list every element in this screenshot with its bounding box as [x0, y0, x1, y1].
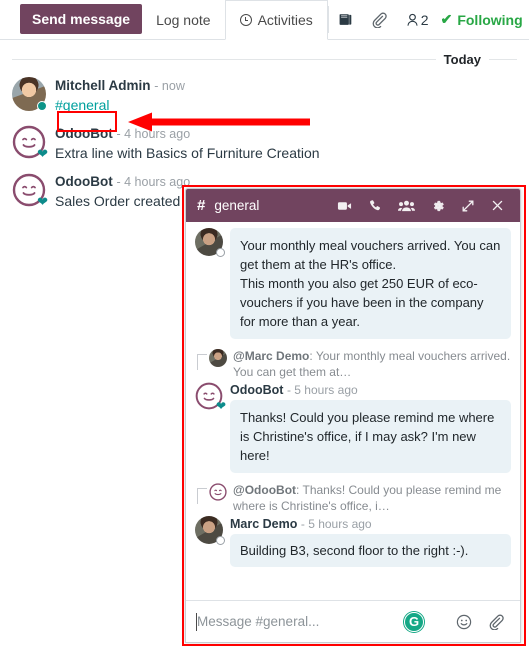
clock-icon: [239, 14, 252, 26]
grammarly-icon[interactable]: G: [404, 611, 424, 632]
day-separator-label: Today: [443, 52, 481, 67]
message-time: - now: [154, 79, 185, 93]
following-label: Following: [457, 11, 523, 28]
quote-avatar-odoobot: [209, 483, 227, 501]
chat-window-title: general: [214, 198, 260, 213]
offline-status-dot: [216, 536, 225, 545]
chat-message: ❤ OdooBot - 5 hours ago Thanks! Could yo…: [195, 382, 511, 479]
chatter-action-icons: 2 ✔ Following: [327, 6, 529, 33]
message-bubble: Your monthly meal vouchers arrived. You …: [230, 228, 511, 339]
message-author: OdooBot: [55, 126, 113, 141]
chatter-toolbar: Send message Log note Activities 2 ✔ Fol…: [0, 0, 529, 40]
chat-window-general: # general Your monthly meal vouchers arr…: [185, 188, 521, 643]
paperclip-icon[interactable]: [480, 614, 512, 630]
tab-log-note-label: Log note: [156, 11, 211, 28]
video-camera-icon[interactable]: [329, 199, 360, 213]
day-separator-line-left: [12, 59, 436, 60]
thread-message-body: Mitchell Admin - now #general: [55, 77, 517, 115]
avatar[interactable]: [195, 228, 225, 257]
heart-badge-icon: ❤: [37, 146, 48, 161]
message-composer[interactable]: Message #general... G: [186, 600, 520, 642]
quote-author: @Marc Demo: [233, 349, 310, 363]
quote-author: @OdooBot: [233, 483, 297, 497]
text-caret: [196, 613, 197, 631]
channel-link-general[interactable]: #general: [55, 97, 110, 113]
quoted-reply[interactable]: @Marc Demo: Your monthly meal vouchers a…: [195, 348, 511, 380]
avatar[interactable]: [195, 516, 225, 545]
message-author: OdooBot: [230, 383, 284, 397]
chat-message-header: OdooBot - 5 hours ago: [230, 382, 511, 398]
followers-button[interactable]: 2: [396, 12, 437, 28]
followers-count: 2: [420, 11, 429, 28]
chat-message-body: Marc Demo - 5 hours ago Building B3, sec…: [230, 516, 511, 573]
quote-text: @OdooBot: Thanks! Could you please remin…: [233, 482, 511, 514]
quote-connector-line: [197, 354, 207, 370]
message-author: Marc Demo: [230, 517, 298, 531]
message-text: Extra line with Basics of Furniture Crea…: [55, 145, 320, 161]
chat-message-list[interactable]: Your monthly meal vouchers arrived. You …: [186, 222, 520, 600]
day-separator: Today: [12, 52, 517, 67]
tab-activities[interactable]: Activities: [224, 0, 328, 40]
message-author: OdooBot: [55, 174, 113, 189]
message-bubble: Building B3, second floor to the right :…: [230, 534, 511, 567]
quote-text: @Marc Demo: Your monthly meal vouchers a…: [233, 348, 511, 380]
message-time: - 4 hours ago: [116, 175, 191, 189]
thread-message-header: OdooBot - 4 hours ago: [55, 125, 517, 143]
message-bubble: Thanks! Could you please remind me where…: [230, 400, 511, 473]
message-thread: Today Mitchell Admin - now #general ❤ Od…: [0, 40, 529, 211]
message-time: - 4 hours ago: [116, 127, 191, 141]
avatar[interactable]: ❤: [12, 173, 48, 209]
tab-activities-label: Activities: [257, 12, 313, 28]
thread-message-body: OdooBot - 4 hours ago Extra line with Ba…: [55, 125, 517, 163]
avatar[interactable]: ❤: [195, 382, 226, 413]
online-status-dot: [37, 101, 47, 111]
avatar[interactable]: [12, 77, 47, 111]
chat-message: Your monthly meal vouchers arrived. You …: [195, 228, 511, 345]
chat-message-header: Marc Demo - 5 hours ago: [230, 516, 511, 532]
message-author: Mitchell Admin: [55, 78, 151, 93]
offline-status-dot: [216, 248, 225, 257]
quote-connector-line: [197, 488, 207, 504]
odoo-chatter-screen: Send message Log note Activities 2 ✔ Fol…: [0, 0, 529, 647]
quoted-reply[interactable]: @OdooBot: Thanks! Could you please remin…: [195, 482, 511, 514]
phone-icon[interactable]: [360, 199, 390, 213]
close-icon[interactable]: [483, 199, 512, 212]
message-text: #general: [55, 96, 517, 115]
gear-icon[interactable]: [423, 199, 453, 213]
day-separator-line-right: [489, 59, 517, 60]
chat-message-body: Your monthly meal vouchers arrived. You …: [230, 228, 511, 345]
message-time: - 5 hours ago: [286, 383, 358, 397]
thread-message-header: Mitchell Admin - now: [55, 77, 517, 95]
book-icon[interactable]: [329, 12, 362, 27]
hash-icon: #: [197, 197, 206, 214]
quote-avatar-marc-demo: [209, 349, 227, 367]
chat-window-header[interactable]: # general: [186, 189, 520, 222]
heart-badge-icon: ❤: [37, 194, 48, 209]
thread-message: ❤ OdooBot - 4 hours ago Extra line with …: [12, 125, 517, 163]
message-time: - 5 hours ago: [300, 517, 372, 531]
heart-badge-icon: ❤: [215, 399, 226, 413]
following-button[interactable]: ✔ Following: [437, 11, 529, 28]
avatar[interactable]: ❤: [12, 125, 48, 161]
smiley-icon[interactable]: [448, 614, 480, 630]
thread-message: Mitchell Admin - now #general: [12, 77, 517, 115]
tab-log-note[interactable]: Log note: [142, 0, 225, 39]
expand-icon[interactable]: [453, 199, 483, 213]
group-members-icon[interactable]: [390, 199, 423, 213]
tab-send-message[interactable]: Send message: [20, 4, 143, 34]
check-icon: ✔: [440, 11, 453, 27]
chat-message: Marc Demo - 5 hours ago Building B3, sec…: [195, 516, 511, 573]
chat-message-body: OdooBot - 5 hours ago Thanks! Could you …: [230, 382, 511, 479]
paperclip-icon[interactable]: [362, 12, 396, 28]
composer-placeholder: Message #general...: [197, 614, 320, 629]
tab-send-message-label: Send message: [32, 11, 131, 27]
